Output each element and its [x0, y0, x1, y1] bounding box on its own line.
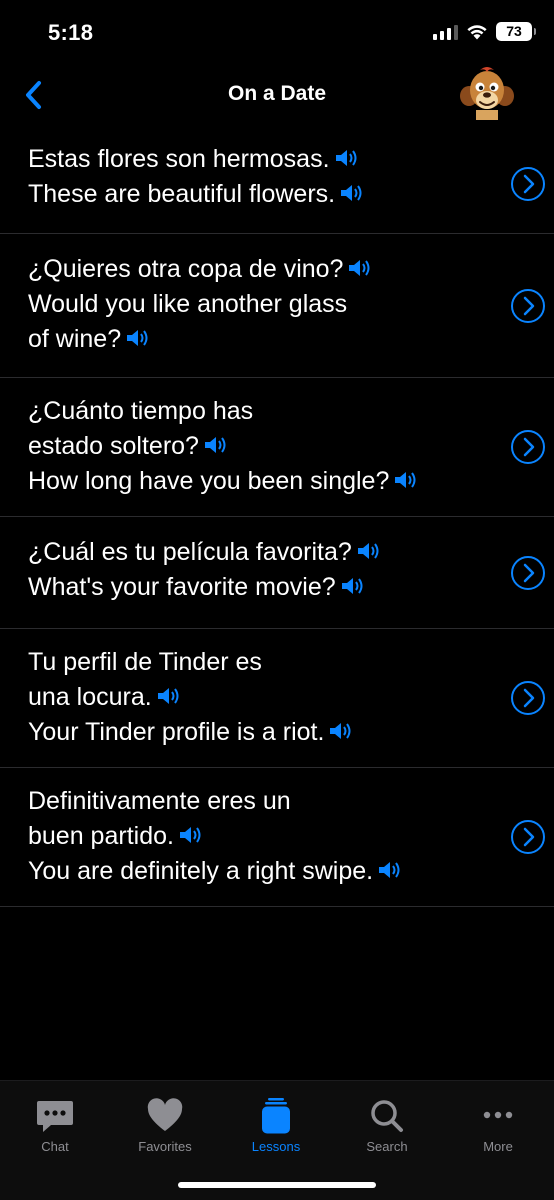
- spanish-phrase: ¿Quieres otra copa de vino?: [28, 252, 484, 287]
- english-phrase: You are definitely a right swipe.: [28, 854, 484, 889]
- speaker-icon[interactable]: [340, 575, 366, 597]
- english-phrase: Your Tinder profile is a riot.: [28, 715, 484, 750]
- speaker-icon[interactable]: [377, 859, 403, 881]
- phrase-list: Estas flores son hermosas. These are bea…: [0, 134, 554, 907]
- tab-label: Favorites: [138, 1139, 192, 1154]
- speaker-icon[interactable]: [178, 824, 204, 846]
- phrase-row[interactable]: Definitivamente eres un buen partido. Yo…: [0, 768, 554, 907]
- english-phrase-continued: of wine?: [28, 322, 484, 357]
- tab-more[interactable]: More: [443, 1097, 553, 1154]
- chevron-right-circle-icon[interactable]: [510, 429, 546, 465]
- spanish-phrase: ¿Cuánto tiempo has: [28, 397, 254, 425]
- chevron-right-circle-icon[interactable]: [510, 680, 546, 716]
- spanish-phrase-continued: buen partido.: [28, 819, 484, 854]
- cellular-signal-icon: [433, 24, 458, 40]
- tab-favorites[interactable]: Favorites: [110, 1097, 220, 1154]
- lessons-stack-icon: [262, 1098, 290, 1134]
- speaker-icon[interactable]: [347, 257, 373, 279]
- status-time: 5:18: [48, 20, 94, 45]
- spanish-phrase-continued: una locura.: [28, 680, 484, 715]
- speaker-icon[interactable]: [339, 182, 365, 204]
- status-icons: 73: [433, 22, 536, 41]
- phrase-row[interactable]: ¿Cuál es tu película favorita? What's yo…: [0, 517, 554, 629]
- phrase-row[interactable]: Estas flores son hermosas. These are bea…: [0, 134, 554, 234]
- spanish-phrase: Estas flores son hermosas.: [28, 142, 484, 177]
- ellipsis-icon: [483, 1111, 513, 1119]
- chevron-right-circle-icon[interactable]: [510, 819, 546, 855]
- phrase-row[interactable]: ¿Quieres otra copa de vino? Would you li…: [0, 234, 554, 378]
- speaker-icon[interactable]: [125, 327, 151, 349]
- tab-label: Search: [366, 1139, 408, 1154]
- chevron-right-circle-icon[interactable]: [510, 288, 546, 324]
- meerkat-mascot-icon: [460, 67, 514, 120]
- nav-bar: On a Date: [0, 64, 554, 124]
- battery-indicator: 73: [496, 22, 536, 41]
- english-phrase: How long have you been single?: [28, 464, 484, 499]
- speaker-icon[interactable]: [328, 720, 354, 742]
- tab-label: More: [483, 1139, 513, 1154]
- phrase-row[interactable]: ¿Cuánto tiempo has estado soltero? How l…: [0, 378, 554, 517]
- spanish-phrase: Tu perfil de Tinder es: [28, 648, 262, 676]
- chat-bubble-icon: [37, 1101, 73, 1132]
- wifi-icon: [467, 25, 487, 40]
- tab-chat[interactable]: Chat: [0, 1097, 110, 1154]
- english-phrase: Would you like another glass: [28, 290, 348, 318]
- english-phrase: What's your favorite movie?: [28, 570, 484, 605]
- status-bar: 5:18 73: [0, 0, 554, 64]
- tab-label: Lessons: [251, 1139, 301, 1154]
- english-phrase: These are beautiful flowers.: [28, 177, 484, 212]
- chevron-right-circle-icon[interactable]: [510, 166, 546, 202]
- spanish-phrase: ¿Cuál es tu película favorita?: [28, 535, 484, 570]
- tab-label: Chat: [41, 1139, 69, 1154]
- tab-bar: Chat Favorites Lessons Search More: [0, 1080, 554, 1200]
- phrase-row[interactable]: Tu perfil de Tinder es una locura. Your …: [0, 629, 554, 768]
- spanish-phrase-continued: estado soltero?: [28, 429, 484, 464]
- speaker-icon[interactable]: [203, 434, 229, 456]
- heart-icon: [147, 1098, 183, 1131]
- speaker-icon[interactable]: [356, 540, 382, 562]
- tab-lessons[interactable]: Lessons: [221, 1097, 331, 1154]
- magnifier-icon: [371, 1100, 403, 1132]
- chevron-right-circle-icon[interactable]: [510, 555, 546, 591]
- tab-search[interactable]: Search: [332, 1097, 442, 1154]
- speaker-icon[interactable]: [393, 469, 419, 491]
- home-indicator: [178, 1182, 376, 1188]
- speaker-icon[interactable]: [334, 147, 360, 169]
- speaker-icon[interactable]: [156, 685, 182, 707]
- spanish-phrase: Definitivamente eres un: [28, 787, 291, 815]
